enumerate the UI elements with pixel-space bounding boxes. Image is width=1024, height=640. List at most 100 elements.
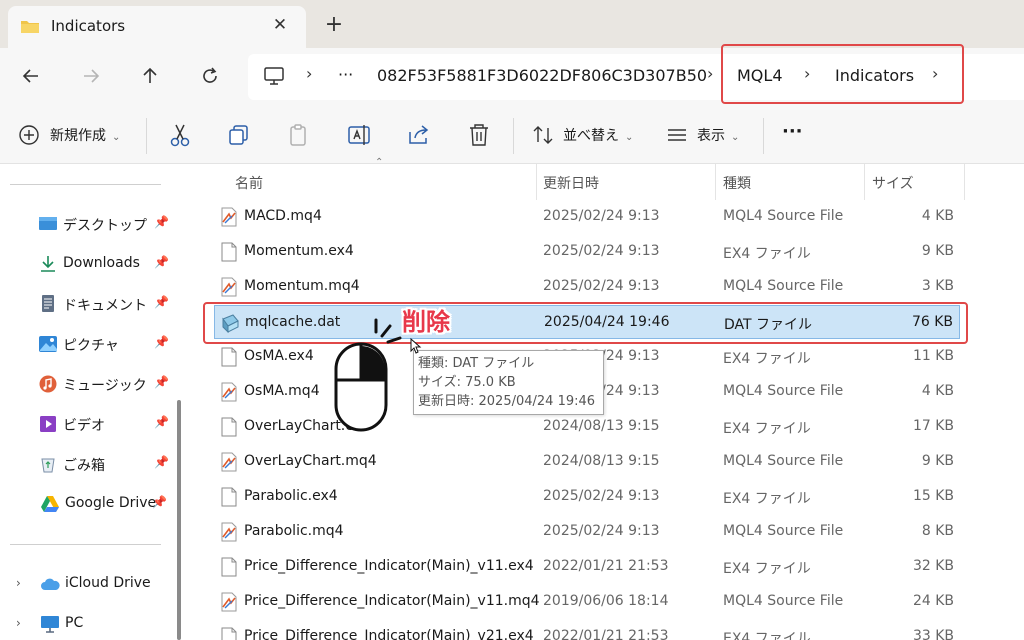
chevron-down-icon: ⌄ [112, 132, 121, 143]
file-name: OverLayChart.mq4 [244, 453, 377, 469]
column-header-name[interactable]: 名前 [235, 173, 263, 193]
file-row[interactable]: Momentum.ex4 2025/02/24 9:13 EX4 ファイル 9 KB [214, 235, 960, 269]
file-row[interactable]: OverLayChart.ex4 2024/08/13 9:15 EX4 ファイル 1… [214, 410, 960, 444]
desktop-icon [39, 217, 57, 230]
sidebar-item-label: PC [65, 615, 84, 631]
toolbar-divider [763, 118, 764, 154]
file-row[interactable]: Price_Difference_Indicator(Main)_v21.ex4… [214, 620, 960, 640]
file-date: 2025/02/24 9:13 [543, 488, 660, 504]
file-size: 9 KB [921, 243, 954, 259]
sidebar-item-label: iCloud Drive [65, 575, 151, 591]
share-icon[interactable] [406, 122, 432, 148]
new-button[interactable]: 新規作成 ⌄ [50, 124, 120, 148]
column-divider[interactable] [964, 164, 965, 200]
file-type: EX4 ファイル [723, 491, 811, 507]
file-name: Parabolic.mq4 [244, 523, 344, 539]
file-type: MQL4 Source File [723, 593, 844, 609]
sidebar-item-recycle-bin[interactable]: ごみ箱 📌 [38, 451, 178, 477]
highlight-box-selected-file [203, 302, 968, 344]
refresh-button[interactable] [194, 60, 226, 92]
file-size: 3 KB [921, 278, 954, 294]
file-date: 2024/08/13 9:15 [543, 453, 660, 469]
column-header-type[interactable]: 種類 [723, 173, 751, 193]
file-size: 11 KB [912, 348, 954, 364]
column-header-size[interactable]: サイズ [872, 173, 914, 193]
file-row[interactable]: Price_Difference_Indicator(Main)_v11.ex4… [214, 550, 960, 584]
file-icon [221, 487, 237, 507]
sidebar-item-music[interactable]: ミュージック 📌 [38, 371, 178, 397]
breadcrumb-chevron[interactable]: › [306, 64, 312, 83]
icloud-icon [41, 578, 60, 590]
column-divider[interactable] [864, 164, 865, 200]
sidebar-divider [10, 184, 161, 185]
trash-icon[interactable] [466, 122, 492, 148]
view-list-icon [668, 129, 686, 141]
tab-indicators[interactable]: Indicators ✕ [8, 6, 306, 48]
sidebar-item-desktop[interactable]: デスクトップ 📌 [38, 211, 178, 237]
file-date: 2025/02/24 9:13 [543, 523, 660, 539]
forward-button[interactable] [75, 60, 107, 92]
file-row[interactable]: Momentum.mq4 2025/02/24 9:13 MQL4 Source F… [214, 270, 960, 304]
sort-button-label: 並べ替え [563, 128, 619, 144]
up-button[interactable] [134, 60, 166, 92]
rename-icon[interactable] [346, 122, 372, 148]
more-options-button[interactable]: ··· [782, 120, 803, 144]
plus-circle-icon [19, 125, 39, 145]
breadcrumb-chevron[interactable]: › [707, 64, 713, 83]
sidebar-item-downloads[interactable]: Downloads 📌 [38, 251, 178, 277]
file-tooltip: 種類: DAT ファイル サイズ: 75.0 KB 更新日時: 2025/04/… [413, 350, 604, 415]
expand-chevron-icon[interactable]: › [16, 616, 21, 630]
expand-chevron-icon[interactable]: › [16, 576, 21, 590]
file-date: 2022/01/21 21:53 [543, 558, 669, 574]
file-date: 2024/08/13 9:15 [543, 418, 660, 434]
sidebar-item-pc[interactable]: PC [40, 611, 180, 637]
pictures-icon [39, 336, 57, 352]
file-name: Price_Difference_Indicator(Main)_v21.ex4 [244, 628, 534, 640]
sidebar-item-videos[interactable]: ビデオ 📌 [38, 411, 178, 437]
file-size: 32 KB [912, 558, 954, 574]
file-name: MACD.mq4 [244, 208, 322, 224]
column-divider[interactable] [536, 164, 537, 200]
sidebar-divider [10, 544, 161, 545]
toolbar-divider [146, 118, 147, 154]
title-bar: Indicators ✕ + [0, 0, 1024, 48]
file-date: 2025/02/24 9:13 [543, 208, 660, 224]
sort-button[interactable]: 並べ替え ⌄ [563, 124, 633, 148]
file-row[interactable]: OverLayChart.mq4 2024/08/13 9:15 MQL4 Sour… [214, 445, 960, 479]
copy-icon[interactable] [226, 122, 252, 148]
pin-icon: 📌 [154, 295, 169, 309]
file-size: 8 KB [921, 523, 954, 539]
mq4-file-icon [221, 452, 237, 472]
sidebar-item-documents[interactable]: ドキュメント 📌 [38, 291, 178, 317]
view-button[interactable]: 表示 ⌄ [697, 124, 739, 148]
google-drive-icon [41, 496, 59, 512]
column-header-date[interactable]: 更新日時 [543, 173, 599, 193]
pin-icon: 📌 [154, 415, 169, 429]
file-size: 33 KB [912, 628, 954, 640]
sidebar-item-pictures[interactable]: ピクチャ 📌 [38, 331, 178, 357]
file-icon [221, 557, 237, 577]
sidebar-scrollbar[interactable] [177, 400, 181, 640]
breadcrumb-item-hash-folder[interactable]: 082F53F5881F3D6022DF806C3D307B50 [377, 66, 707, 85]
folder-icon [21, 21, 39, 33]
paste-icon[interactable] [286, 122, 312, 148]
back-button[interactable] [15, 60, 47, 92]
chevron-down-icon: ⌄ [625, 132, 634, 143]
tab-title: Indicators [51, 17, 126, 35]
close-tab-button[interactable]: ✕ [270, 15, 290, 35]
breadcrumb-more[interactable]: ··· [338, 65, 353, 84]
file-row[interactable]: Parabolic.ex4 2025/02/24 9:13 EX4 ファイル 15 K… [214, 480, 960, 514]
file-row[interactable]: Price_Difference_Indicator(Main)_v11.mq4… [214, 585, 960, 619]
file-row[interactable]: Parabolic.mq4 2025/02/24 9:13 MQL4 Source … [214, 515, 960, 549]
cut-icon[interactable] [167, 122, 193, 148]
column-divider[interactable] [715, 164, 716, 200]
file-row[interactable]: MACD.mq4 2025/02/24 9:13 MQL4 Source File 4… [214, 200, 960, 234]
file-date: 2019/06/06 18:14 [543, 593, 669, 609]
sidebar-item-icloud-drive[interactable]: iCloud Drive [40, 571, 180, 597]
new-tab-button[interactable]: + [322, 13, 346, 37]
pin-icon: 📌 [154, 255, 169, 269]
pin-icon: 📌 [154, 375, 169, 389]
sidebar-item-label: ピクチャ [63, 338, 119, 354]
sidebar-item-google-drive[interactable]: Google Drive 📌 [40, 491, 180, 517]
file-size: 4 KB [921, 208, 954, 224]
